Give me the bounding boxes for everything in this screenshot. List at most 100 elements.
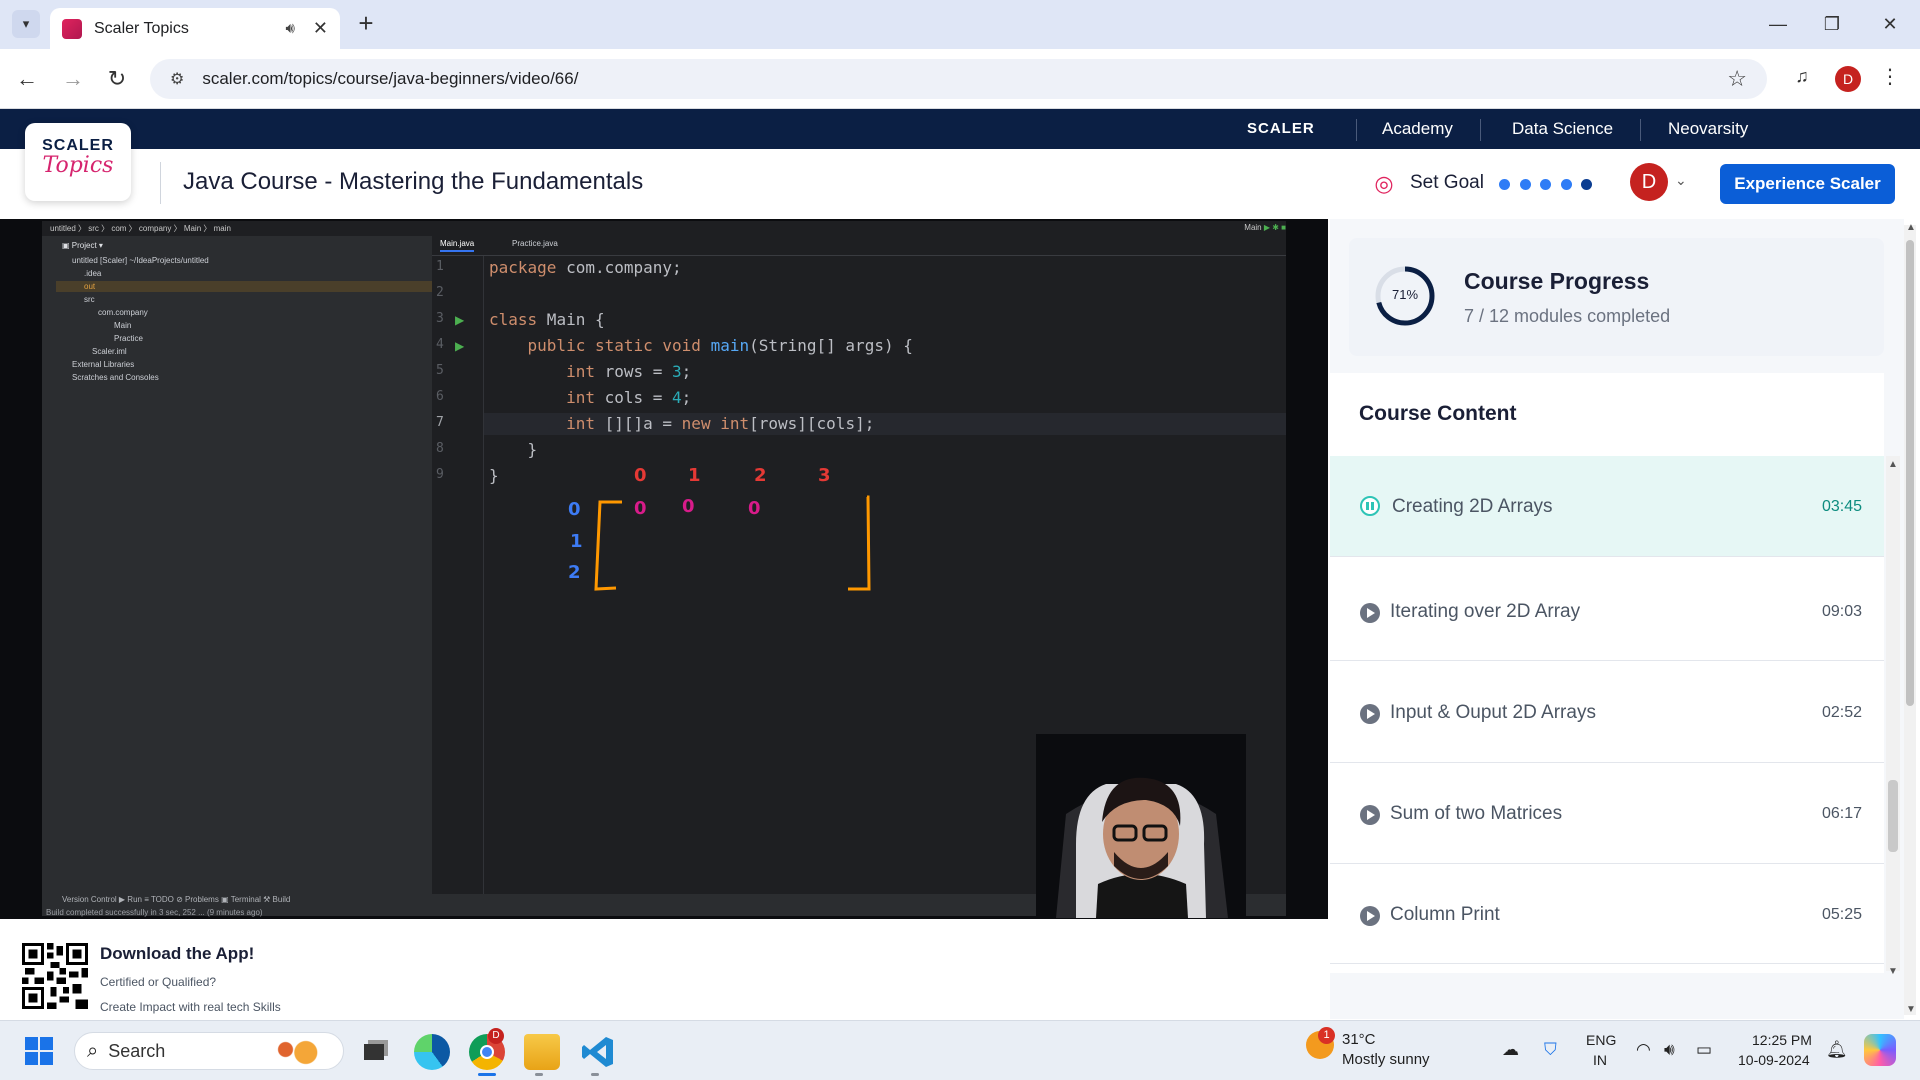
goal-target-icon[interactable]: ◎ bbox=[1372, 172, 1396, 196]
forward-icon[interactable]: → bbox=[58, 64, 88, 94]
nav-academy[interactable]: Academy bbox=[1382, 109, 1453, 149]
scroll-down-icon[interactable]: ▼ bbox=[1888, 966, 1898, 977]
wifi-icon[interactable]: ◠ bbox=[1636, 1040, 1651, 1060]
progress-subtitle: 7 / 12 modules completed bbox=[1464, 306, 1671, 326]
media-controls-icon[interactable]: ♫ bbox=[1788, 66, 1816, 92]
nav-neovarsity[interactable]: Neovarsity bbox=[1668, 109, 1748, 149]
ide-tree-item: External Libraries bbox=[72, 360, 135, 369]
lesson-item[interactable]: Creating 2D Arrays 03:45 bbox=[1330, 456, 1884, 557]
run-gutter-icon: ▶ bbox=[455, 313, 465, 327]
notification-bell-icon[interactable]: 🔔︎ bbox=[1826, 1040, 1848, 1060]
back-icon[interactable]: ← bbox=[12, 64, 42, 94]
task-view-icon[interactable] bbox=[356, 1034, 392, 1070]
clock-time[interactable]: 12:25 PM bbox=[1752, 1032, 1812, 1048]
language-indicator[interactable]: ENG bbox=[1586, 1032, 1616, 1048]
file-explorer-icon[interactable] bbox=[524, 1034, 560, 1070]
vscode-icon[interactable] bbox=[580, 1034, 616, 1070]
ide-tree-item: Practice bbox=[114, 334, 143, 343]
lesson-item[interactable]: Input & Ouput 2D Arrays 02:52 bbox=[1330, 662, 1884, 763]
minimize-icon[interactable]: — bbox=[1766, 12, 1790, 36]
lessons-scrollbar-thumb[interactable] bbox=[1888, 780, 1898, 852]
user-avatar[interactable]: D bbox=[1630, 163, 1668, 201]
qr-code-icon bbox=[22, 943, 88, 1009]
taskbar-search[interactable]: ⌕ Search bbox=[74, 1032, 344, 1070]
logo-script: Topics bbox=[42, 153, 114, 178]
lesson-item[interactable]: Column Print 05:25 bbox=[1330, 864, 1884, 964]
browser-tab[interactable]: Scaler Topics 🔊︎ ✕ bbox=[50, 8, 340, 49]
line-number: 8 bbox=[436, 441, 444, 456]
download-app-title[interactable]: Download the App! bbox=[100, 944, 254, 964]
play-icon bbox=[1360, 906, 1380, 926]
line-number: 4 bbox=[436, 337, 444, 352]
chrome-profile-badge: D bbox=[488, 1028, 504, 1044]
favicon-icon bbox=[62, 18, 82, 39]
bookmark-star-icon[interactable]: ☆ bbox=[1727, 66, 1747, 92]
windows-start-icon[interactable] bbox=[24, 1036, 54, 1066]
restore-icon[interactable]: ❐ bbox=[1820, 12, 1844, 36]
annotation-right-bracket bbox=[848, 495, 871, 591]
lesson-title: Creating 2D Arrays bbox=[1392, 496, 1553, 517]
copilot-icon[interactable] bbox=[1864, 1034, 1896, 1066]
ide-project-panel bbox=[56, 236, 432, 896]
url-text[interactable]: scaler.com/topics/course/java-beginners/… bbox=[202, 69, 1727, 89]
lesson-title: Iterating over 2D Array bbox=[1390, 601, 1581, 622]
browser-menu-icon[interactable]: ⋮ bbox=[1880, 64, 1900, 94]
onedrive-icon[interactable]: ☁ bbox=[1502, 1040, 1519, 1060]
code-token: main bbox=[710, 336, 750, 355]
volume-icon[interactable]: 🔊︎ bbox=[1664, 1040, 1675, 1060]
close-tab-icon[interactable]: ✕ bbox=[313, 18, 328, 39]
scroll-up-icon[interactable]: ▲ bbox=[1888, 459, 1898, 470]
address-bar[interactable]: ⚙︎ scaler.com/topics/course/java-beginne… bbox=[150, 59, 1767, 99]
search-icon: ⌕ bbox=[87, 1039, 99, 1062]
annotation-col-index: 2 bbox=[754, 465, 767, 486]
weather-temp[interactable]: 31°C bbox=[1342, 1031, 1376, 1048]
code-token: int bbox=[489, 414, 595, 433]
line-number: 9 bbox=[436, 467, 444, 482]
lesson-duration: 02:52 bbox=[1821, 704, 1862, 721]
code-line-5: int rows = 3; bbox=[489, 362, 691, 381]
play-icon bbox=[1360, 704, 1380, 724]
nav-scaler[interactable]: SCALER bbox=[1247, 109, 1315, 149]
lessons-scrollbar[interactable] bbox=[1886, 456, 1900, 971]
reload-icon[interactable]: ↻ bbox=[102, 64, 132, 94]
clock-date[interactable]: 10-09-2024 bbox=[1738, 1052, 1810, 1068]
goal-progress-dot bbox=[1499, 179, 1510, 190]
code-line-3: class Main { bbox=[489, 310, 605, 329]
code-token: ; bbox=[681, 388, 692, 407]
code-token: rows = bbox=[594, 362, 673, 381]
code-token: Main { bbox=[537, 310, 605, 329]
set-goal-link[interactable]: Set Goal bbox=[1410, 172, 1484, 194]
line-number: 3 bbox=[436, 311, 444, 326]
code-line-9: } bbox=[489, 466, 499, 485]
experience-scaler-button[interactable]: Experience Scaler bbox=[1720, 164, 1895, 204]
profile-avatar[interactable]: D bbox=[1835, 66, 1861, 92]
close-window-icon[interactable]: ✕ bbox=[1878, 12, 1902, 36]
page-scrollbar-thumb[interactable] bbox=[1906, 240, 1914, 706]
annotation-left-bracket bbox=[594, 500, 622, 591]
chevron-down-icon: ▾ bbox=[22, 16, 30, 31]
lesson-item[interactable]: Iterating over 2D Array 09:03 bbox=[1330, 560, 1884, 661]
battery-icon[interactable]: ▭ bbox=[1696, 1040, 1712, 1060]
open-app-indicator bbox=[535, 1073, 543, 1076]
new-tab-button[interactable]: + bbox=[352, 10, 380, 38]
scaler-topics-logo[interactable]: SCALER Topics bbox=[25, 123, 131, 201]
play-icon bbox=[1360, 603, 1380, 623]
edge-browser-icon[interactable] bbox=[414, 1034, 450, 1070]
tab-search-button[interactable]: ▾ bbox=[12, 10, 40, 38]
code-token: ; bbox=[681, 362, 692, 381]
nav-data-science[interactable]: Data Science bbox=[1512, 109, 1613, 149]
defender-shield-icon[interactable]: ⛉ bbox=[1544, 1040, 1557, 1060]
annotation-row-index: 1 bbox=[570, 531, 583, 552]
speaker-icon[interactable]: 🔊︎ bbox=[285, 20, 294, 37]
weather-condition[interactable]: Mostly sunny bbox=[1342, 1051, 1430, 1068]
lesson-item[interactable]: Sum of two Matrices 06:17 bbox=[1330, 763, 1884, 864]
ide-tree-item: Main bbox=[114, 321, 132, 330]
presenter-webcam bbox=[1036, 734, 1246, 918]
site-settings-icon[interactable]: ⚙︎ bbox=[170, 69, 184, 89]
scroll-up-icon[interactable]: ▲ bbox=[1906, 222, 1916, 233]
scroll-down-icon[interactable]: ▼ bbox=[1906, 1004, 1916, 1015]
ide-tab-practice: Practice.java bbox=[512, 239, 558, 248]
language-region[interactable]: IN bbox=[1593, 1052, 1607, 1068]
lesson-duration: 06:17 bbox=[1821, 805, 1862, 822]
chevron-down-icon[interactable]: ⌄ bbox=[1675, 172, 1687, 189]
